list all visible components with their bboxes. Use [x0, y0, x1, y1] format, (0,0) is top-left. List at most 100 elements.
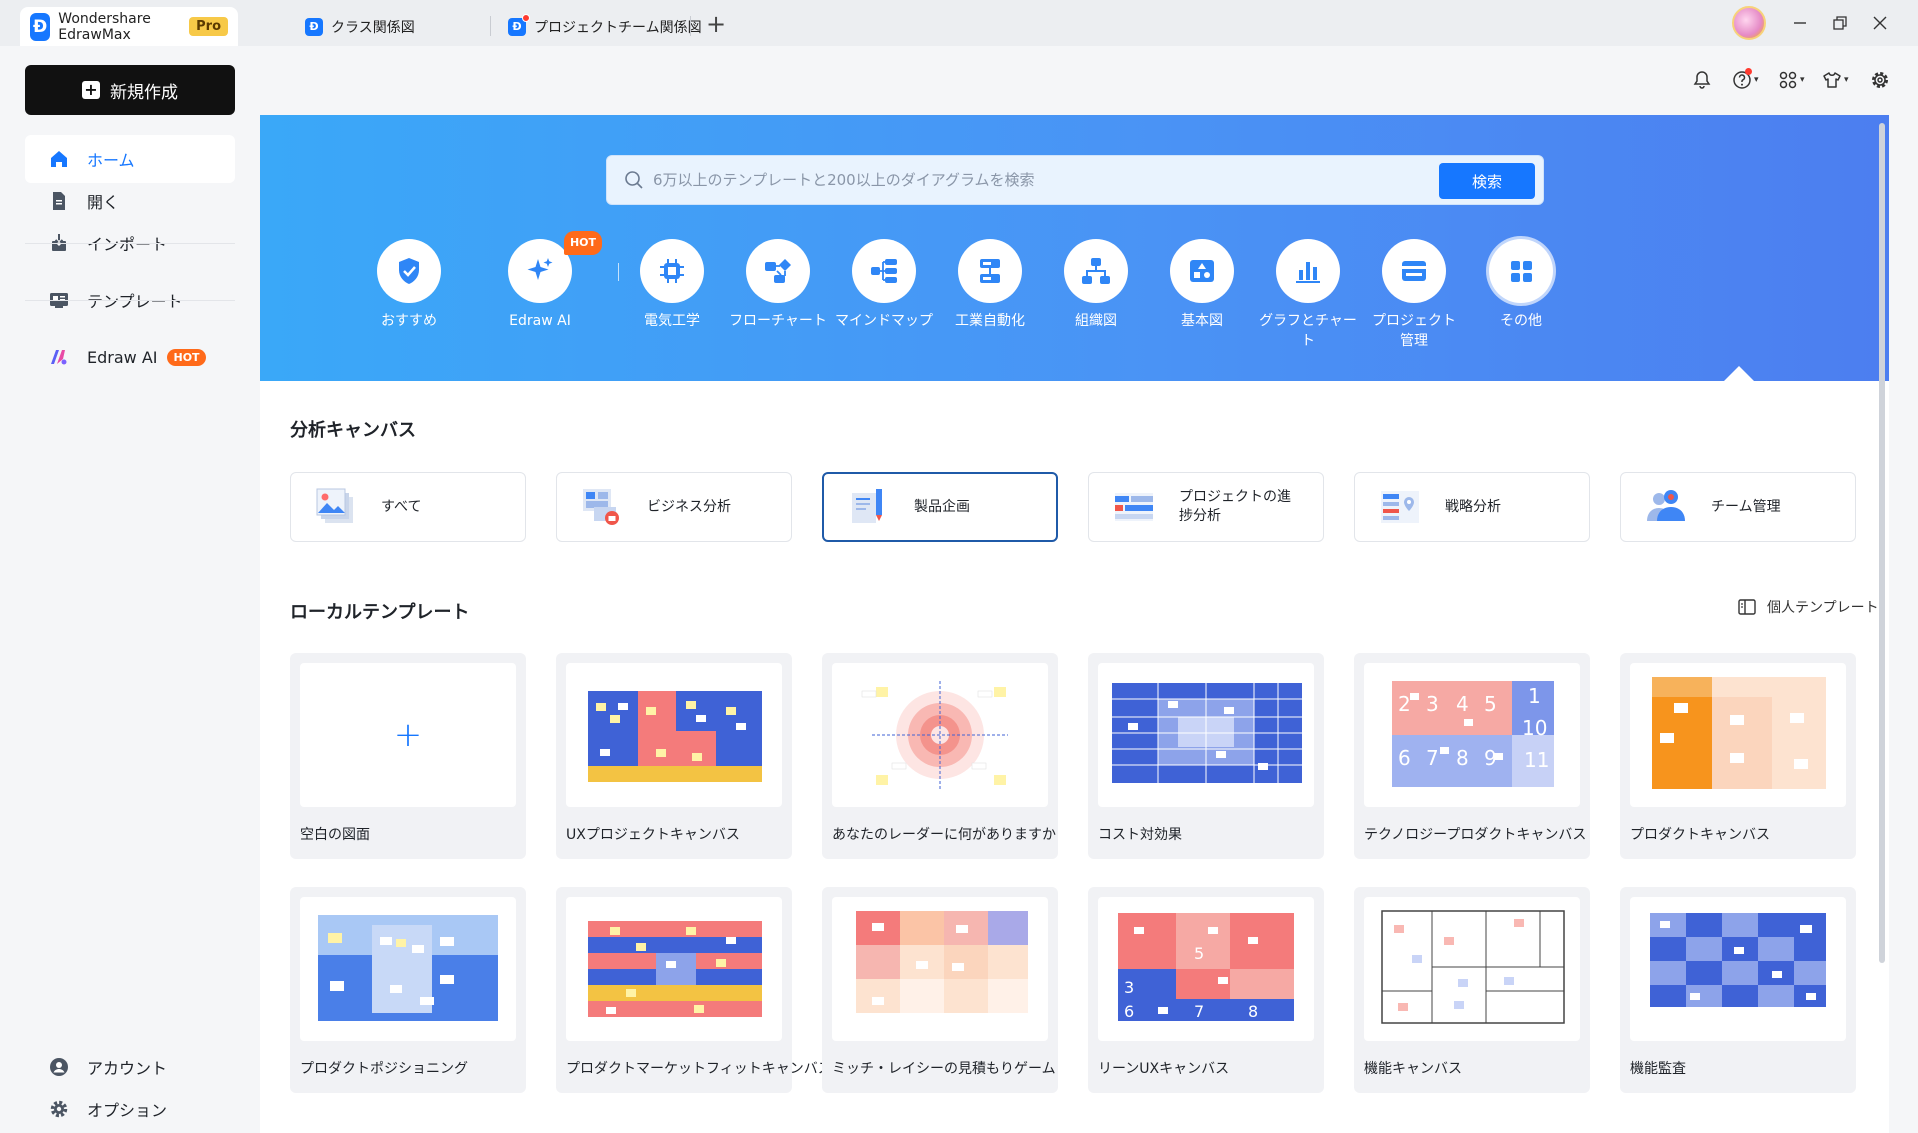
- new-document-button[interactable]: + 新規作成: [25, 65, 235, 115]
- plus-icon: +: [82, 81, 100, 99]
- category-recommended[interactable]: おすすめ: [354, 239, 464, 331]
- chip-label: 戦略分析: [1445, 498, 1501, 515]
- estimation-game-preview: [856, 911, 1028, 1013]
- lean-ux-canvas-preview: 3 5 6 7 8: [1118, 913, 1294, 1021]
- template-thumbnail: [300, 897, 516, 1041]
- project-progress-icon: [1115, 493, 1153, 521]
- chevron-down-icon: ▾: [1844, 75, 1849, 85]
- tech-canvas-number: 2: [1398, 692, 1411, 716]
- lean-ux-number: 7: [1194, 1002, 1204, 1021]
- template-label: 空白の図面: [300, 827, 370, 843]
- sidebar-item-label: Edraw AI: [87, 347, 158, 367]
- sidebar-item-edraw-ai[interactable]: Edraw AI HOT: [25, 333, 235, 381]
- personal-templates-link[interactable]: 個人テンプレート: [1737, 597, 1879, 617]
- category-flowchart[interactable]: フローチャート: [723, 239, 833, 331]
- filter-chip-business-analysis[interactable]: ビジネス分析: [556, 472, 792, 542]
- template-card-lean-ux[interactable]: 3 5 6 7 8 リーンUXキャンバス: [1088, 887, 1324, 1093]
- template-card-ux-project[interactable]: UXプロジェクトキャンバス: [556, 653, 792, 859]
- filter-chip-strategy-analysis[interactable]: 戦略分析: [1354, 472, 1590, 542]
- category-charts[interactable]: グラフとチャー ト: [1253, 239, 1363, 351]
- tab-class-diagram[interactable]: Ð クラス関係図: [295, 7, 425, 46]
- template-card-product-canvas[interactable]: プロダクトキャンバス: [1620, 653, 1856, 859]
- category-electrical[interactable]: 電気工学: [617, 239, 727, 331]
- template-card-blank[interactable]: + 空白の図面: [290, 653, 526, 859]
- template-card-cost-benefit[interactable]: コスト対効果: [1088, 653, 1324, 859]
- tab-project-team[interactable]: Ð プロジェクトチーム関係図: [498, 7, 712, 46]
- template-label: UXプロジェクトキャンバス: [566, 827, 740, 843]
- template-card-product-market-fit[interactable]: プロダクトマーケットフィットキャンバス: [556, 887, 832, 1093]
- user-avatar[interactable]: [1732, 6, 1766, 40]
- sidebar-item-home[interactable]: ホーム: [25, 135, 235, 183]
- org-chart-icon: [1082, 258, 1110, 284]
- template-card-estimation-game[interactable]: ミッチ・レイシーの見積もりゲーム: [822, 887, 1058, 1093]
- filter-chip-product-planning[interactable]: 製品企画: [822, 472, 1058, 542]
- apps-button[interactable]: ▾: [1778, 68, 1805, 92]
- category-more[interactable]: その他: [1466, 239, 1576, 331]
- tech-canvas-number: 5: [1484, 692, 1497, 716]
- template-label: ミッチ・レイシーの見積もりゲーム: [832, 1061, 1056, 1077]
- filter-chip-team-management[interactable]: チーム管理: [1620, 472, 1856, 542]
- section-title: ローカルテンプレート: [290, 602, 470, 623]
- chip-label: ビジネス分析: [647, 498, 731, 515]
- category-mindmap[interactable]: マインドマップ: [829, 239, 939, 331]
- sidebar-item-open[interactable]: 開く: [25, 177, 235, 225]
- search-input[interactable]: [653, 166, 1413, 194]
- gear-icon: [1872, 72, 1888, 88]
- minimize-button[interactable]: [1785, 8, 1815, 38]
- product-market-fit-preview: [588, 921, 762, 1017]
- radar-canvas-preview: [861, 681, 1008, 791]
- category-org-chart[interactable]: 組織図: [1041, 239, 1151, 331]
- category-basic[interactable]: 基本図: [1147, 239, 1257, 331]
- filter-chip-all[interactable]: すべて: [290, 472, 526, 542]
- pro-badge: Pro: [189, 17, 228, 36]
- category-label: 組織図: [1075, 313, 1117, 329]
- circuit-icon: [660, 259, 684, 283]
- automation-icon: [980, 259, 1000, 283]
- filter-chip-project-progress[interactable]: プロジェクトの進捗分析: [1088, 472, 1324, 542]
- template-thumbnail: [832, 897, 1048, 1041]
- skin-button[interactable]: ▾: [1822, 68, 1849, 92]
- sidebar-item-label: アカウント: [87, 1059, 168, 1078]
- lean-ux-number: 8: [1248, 1002, 1258, 1021]
- close-button[interactable]: [1865, 8, 1895, 38]
- template-thumbnail: [1630, 663, 1846, 807]
- category-project[interactable]: プロジェクト 管理: [1359, 239, 1469, 351]
- restore-button[interactable]: [1825, 8, 1855, 38]
- search-bar: 検索: [606, 155, 1544, 205]
- template-card-radar[interactable]: あなたのレーダーに何がありますか: [822, 653, 1058, 859]
- template-card-feature-canvas[interactable]: 機能キャンバス: [1354, 887, 1590, 1093]
- settings-button[interactable]: [1870, 68, 1890, 92]
- category-label: おすすめ: [381, 313, 437, 329]
- business-analysis-icon: [583, 489, 619, 525]
- tab-home[interactable]: Ð Wondershare EdrawMax Pro: [20, 7, 238, 46]
- account-icon: [50, 1058, 68, 1076]
- template-thumbnail: +: [300, 663, 516, 807]
- sidebar-divider: [25, 243, 235, 244]
- category-label: フローチャート: [729, 313, 827, 329]
- tech-canvas-number: 8: [1456, 746, 1469, 770]
- sidebar-item-options[interactable]: オプション: [25, 1085, 235, 1133]
- main-scrollbar[interactable]: [1879, 123, 1885, 963]
- search-button[interactable]: 検索: [1439, 163, 1535, 199]
- category-edraw-ai[interactable]: HOT Edraw AI: [485, 231, 602, 331]
- template-card-tech-product[interactable]: 2 3 4 5 1 10 6 7 8 9 11 テクノロジープロダクトキャンバス: [1354, 653, 1590, 859]
- new-tab-button[interactable]: +: [704, 10, 728, 38]
- template-card-feature-audit[interactable]: 機能監査: [1620, 887, 1856, 1093]
- tech-canvas-number: 3: [1426, 692, 1439, 716]
- template-card-positioning[interactable]: プロダクトポジショニング: [290, 887, 526, 1093]
- tab-divider: [690, 16, 691, 36]
- feature-audit-preview: [1650, 913, 1826, 1007]
- help-button[interactable]: ▾: [1732, 68, 1759, 92]
- category-automation[interactable]: 工業自動化: [935, 239, 1045, 331]
- ai-sparkle-icon: [527, 258, 553, 280]
- section-title: 分析キャンバス: [290, 420, 416, 441]
- template-thumbnail: [1630, 897, 1846, 1041]
- template-thumbnail: [1364, 897, 1580, 1041]
- template-label: プロダクトキャンバス: [1630, 827, 1770, 843]
- shirt-icon: [1823, 72, 1841, 88]
- document-icon: Ð: [508, 13, 530, 36]
- sidebar-item-account[interactable]: アカウント: [25, 1043, 235, 1091]
- notification-button[interactable]: [1692, 68, 1712, 92]
- chip-label: すべて: [381, 498, 422, 515]
- chevron-down-icon: ▾: [1800, 75, 1805, 85]
